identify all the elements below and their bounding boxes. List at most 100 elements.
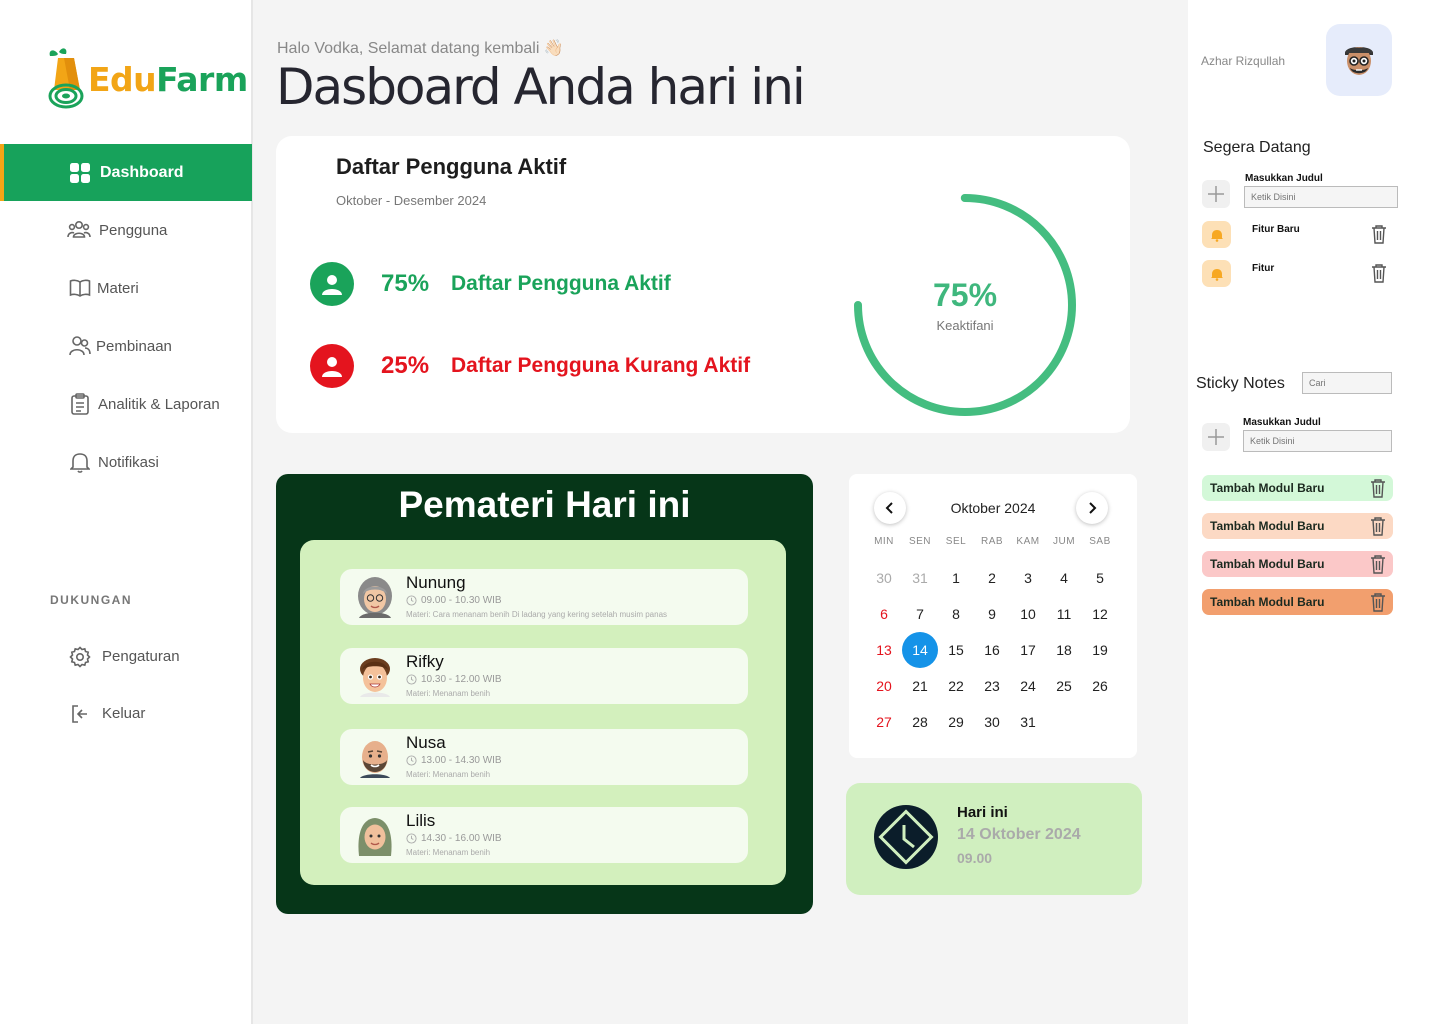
calendar-day-number: 14 — [902, 632, 938, 668]
calendar-day[interactable]: 29 — [938, 704, 974, 740]
calendar-day[interactable]: 26 — [1082, 668, 1118, 704]
calendar-day[interactable]: 7 — [902, 596, 938, 632]
feature-bell-badge — [1202, 260, 1231, 287]
avatar[interactable] — [1326, 24, 1392, 96]
speaker-time: 10.30 - 12.00 WIB — [406, 674, 502, 685]
calendar-day[interactable]: 25 — [1046, 668, 1082, 704]
active-label: Daftar Pengguna Aktif — [451, 272, 671, 295]
trash-icon[interactable] — [1370, 263, 1388, 283]
calendar-day[interactable]: 1 — [938, 560, 974, 596]
calendar-next-button[interactable] — [1076, 492, 1108, 524]
sticky-note[interactable]: Tambah Modul Baru — [1202, 551, 1393, 577]
calendar-day-number: 4 — [1060, 570, 1068, 586]
sidebar-item-pengaturan[interactable]: Pengaturan — [0, 628, 252, 685]
calendar-day[interactable]: 30 — [866, 560, 902, 596]
calendar-day[interactable]: 4 — [1046, 560, 1082, 596]
calendar-day[interactable]: 13 — [866, 632, 902, 668]
trash-icon[interactable] — [1370, 224, 1388, 244]
sticky-notes-search-input[interactable] — [1302, 372, 1392, 394]
calendar-day[interactable]: 24 — [1010, 668, 1046, 704]
bell-icon — [1210, 268, 1223, 281]
calendar-day[interactable]: 21 — [902, 668, 938, 704]
sidebar-item-keluar[interactable]: Keluar — [0, 685, 252, 742]
calendar-day[interactable]: 30 — [974, 704, 1010, 740]
donut-label: Keaktifani — [936, 318, 994, 333]
speaker-item[interactable]: Rifky 10.30 - 12.00 WIB Materi: Menanam … — [340, 648, 748, 704]
sidebar-item-pengguna[interactable]: Pengguna — [0, 201, 252, 259]
speaker-time: 14.30 - 16.00 WIB — [406, 833, 502, 844]
sidebar-item-analitik[interactable]: Analitik & Laporan — [0, 375, 252, 433]
add-sticky-note-button[interactable] — [1202, 423, 1230, 451]
calendar-day[interactable]: 28 — [902, 704, 938, 740]
calendar-day[interactable]: 2 — [974, 560, 1010, 596]
calendar-day[interactable]: 12 — [1082, 596, 1118, 632]
speaker-avatar — [358, 577, 392, 618]
trash-icon[interactable] — [1369, 554, 1387, 574]
calendar-day[interactable]: 5 — [1082, 560, 1118, 596]
trash-icon[interactable] — [1369, 516, 1387, 536]
active-users-card: Daftar Pengguna Aktif Oktober - Desember… — [276, 136, 1130, 433]
sidebar: EduFarm Dashboard Pengguna Materi Pembin… — [0, 0, 253, 1024]
speaker-item[interactable]: Lilis 14.30 - 16.00 WIB Materi: Menanam … — [340, 807, 748, 863]
calendar-day[interactable]: 17 — [1010, 632, 1046, 668]
speaker-name: Rifky — [406, 652, 444, 671]
add-coming-soon-button[interactable] — [1202, 180, 1230, 208]
calendar-day-number: 26 — [1092, 678, 1108, 694]
calendar-day[interactable]: 10 — [1010, 596, 1046, 632]
sidebar-item-materi[interactable]: Materi — [0, 259, 252, 317]
calendar-day[interactable]: 6 — [866, 596, 902, 632]
logo[interactable]: EduFarm — [46, 46, 248, 112]
sticky-note[interactable]: Tambah Modul Baru — [1202, 513, 1393, 539]
speaker-item[interactable]: Nusa 13.00 - 14.30 WIB Materi: Menanam b… — [340, 729, 748, 785]
calendar-day[interactable]: 18 — [1046, 632, 1082, 668]
calendar-weekday: SEL — [945, 536, 967, 547]
calendar-weekday: RAB — [980, 536, 1004, 547]
sticky-note[interactable]: Tambah Modul Baru — [1202, 475, 1393, 501]
card-title: Daftar Pengguna Aktif — [336, 154, 567, 179]
speaker-materi: Materi: Cara menanam benih Di ladang yan… — [406, 610, 668, 619]
book-icon — [68, 276, 92, 300]
calendar-day[interactable]: 15 — [938, 632, 974, 668]
calendar-day-number: 27 — [876, 714, 892, 730]
calendar-day-today[interactable]: 14 — [902, 632, 938, 668]
sticky-note[interactable]: Tambah Modul Baru — [1202, 589, 1393, 615]
speaker-item[interactable]: Nunung 09.00 - 10.30 WIB Materi: Cara me… — [340, 569, 748, 625]
calendar-day[interactable]: 22 — [938, 668, 974, 704]
calendar-day-number: 29 — [948, 714, 964, 730]
sidebar-item-label: Pembinaan — [96, 337, 172, 355]
mentoring-icon — [68, 334, 92, 358]
calendar-day[interactable]: 8 — [938, 596, 974, 632]
calendar-day[interactable]: 31 — [1010, 704, 1046, 740]
sticky-note-label: Tambah Modul Baru — [1210, 519, 1325, 533]
sidebar-item-pembinaan[interactable]: Pembinaan — [0, 317, 252, 375]
card-period: Oktober - Desember 2024 — [336, 193, 487, 208]
today-date: 14 Oktober 2024 — [957, 826, 1081, 843]
calendar-day[interactable]: 20 — [866, 668, 902, 704]
calendar-weekday: MIN — [874, 536, 894, 547]
sidebar-item-label: Pengguna — [99, 221, 168, 239]
sticky-note-input-label: Masukkan Judul — [1243, 417, 1321, 428]
sidebar-item-dashboard[interactable]: Dashboard — [0, 144, 252, 201]
inactive-stat-row: 25% Daftar Pengguna Kurang Aktif — [310, 344, 750, 388]
coming-soon-title-input[interactable] — [1244, 186, 1398, 208]
calendar-weekday: KAM — [1016, 536, 1040, 547]
calendar-day[interactable]: 23 — [974, 668, 1010, 704]
sticky-note-title-input[interactable] — [1243, 430, 1392, 452]
donut-center: 75% Keaktifani — [854, 194, 1076, 416]
bell-icon — [1210, 229, 1223, 242]
calendar-day[interactable]: 27 — [866, 704, 902, 740]
calendar-day[interactable]: 3 — [1010, 560, 1046, 596]
calendar-day[interactable]: 19 — [1082, 632, 1118, 668]
calendar-day[interactable]: 9 — [974, 596, 1010, 632]
speakers-title: Pemateri Hari ini — [398, 484, 691, 525]
page-title: Dasboard Anda hari ini — [276, 58, 806, 116]
calendar-day[interactable]: 11 — [1046, 596, 1082, 632]
calendar-day[interactable]: 31 — [902, 560, 938, 596]
trash-icon[interactable] — [1369, 592, 1387, 612]
calendar-day[interactable]: 16 — [974, 632, 1010, 668]
sidebar-item-notifikasi[interactable]: Notifikasi — [0, 433, 252, 491]
calendar-day-number: 31 — [1020, 714, 1036, 730]
main-nav: Dashboard Pengguna Materi Pembinaan Anal… — [0, 144, 252, 491]
trash-icon[interactable] — [1369, 478, 1387, 498]
user-avatar-icon — [1345, 47, 1373, 75]
